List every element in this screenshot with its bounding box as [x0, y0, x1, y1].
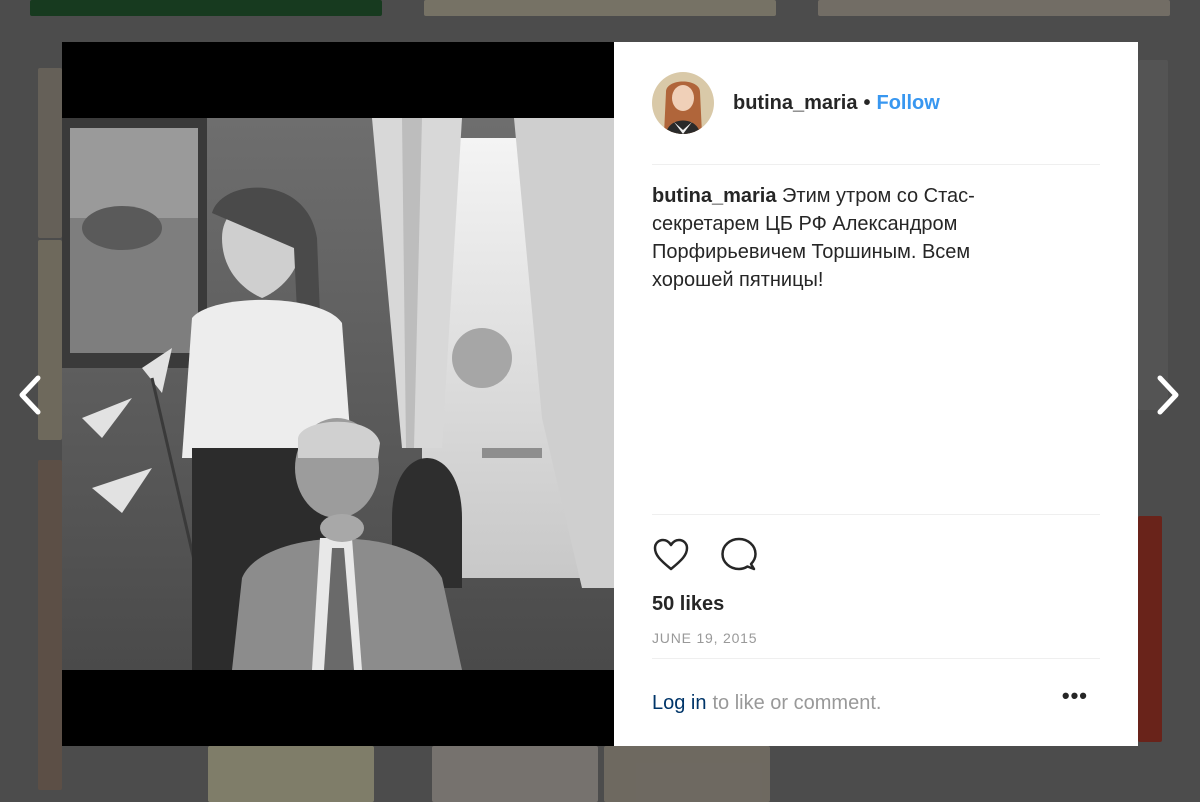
post-modal: butina_maria • Follow butina_maria Этим …	[62, 42, 1138, 746]
post-details-panel: butina_maria • Follow butina_maria Этим …	[614, 42, 1138, 746]
like-button[interactable]	[652, 536, 690, 574]
post-caption: butina_maria Этим утром со Стас-секретар…	[652, 182, 1032, 294]
login-prompt-text: to like or comment.	[712, 691, 882, 714]
post-header-user-line: butina_maria • Follow	[733, 92, 940, 115]
separator-dot: •	[863, 91, 871, 114]
login-link[interactable]: Log in	[652, 692, 707, 715]
post-photo[interactable]	[62, 118, 614, 670]
chevron-left-icon	[19, 375, 41, 415]
action-icons	[652, 535, 1100, 575]
post-header: butina_maria • Follow	[652, 68, 1100, 165]
likes-count[interactable]: 50 likes	[652, 593, 1100, 616]
follow-button[interactable]: Follow	[877, 92, 940, 115]
post-photo-pane	[62, 42, 614, 746]
previous-post-button[interactable]	[10, 372, 50, 418]
post-actions: 50 likes JUNE 19, 2015	[652, 514, 1100, 646]
more-options-button[interactable]: •••	[1062, 685, 1088, 707]
avatar[interactable]	[652, 72, 714, 134]
comment-icon	[721, 537, 757, 571]
comment-button[interactable]	[720, 536, 758, 574]
post-date: JUNE 19, 2015	[652, 630, 758, 646]
chevron-right-icon	[1157, 375, 1179, 415]
next-post-button[interactable]	[1148, 372, 1188, 418]
caption-username-link[interactable]: butina_maria	[652, 185, 776, 207]
heart-icon	[653, 538, 689, 571]
username-link[interactable]: butina_maria	[733, 92, 857, 115]
comment-bar: Log in to like or comment. •••	[652, 658, 1100, 747]
more-options-icon: •••	[1061, 683, 1088, 708]
